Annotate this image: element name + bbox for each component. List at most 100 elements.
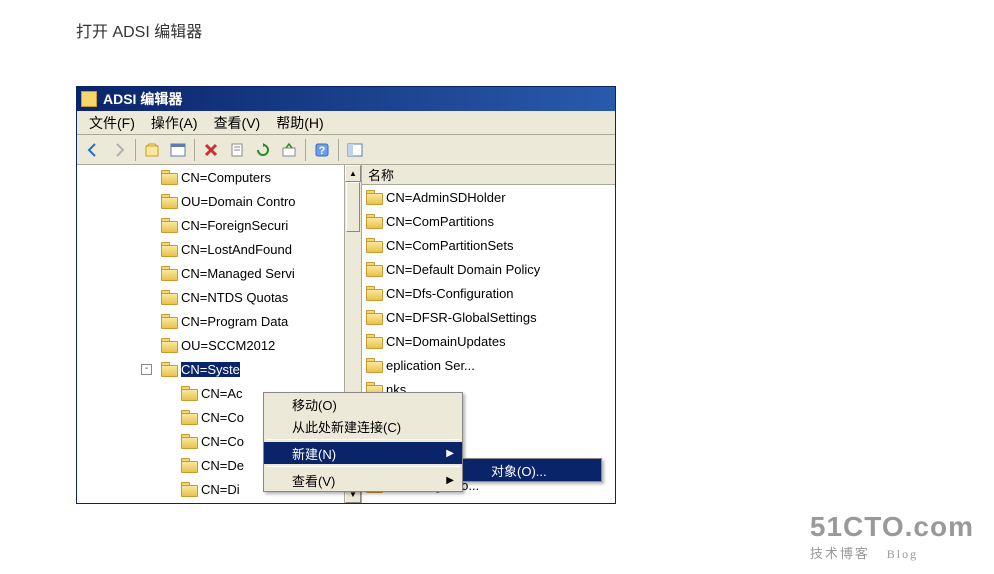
menu-action[interactable]: 操作(A) — [143, 110, 206, 136]
forward-icon[interactable] — [107, 138, 131, 162]
list-item[interactable]: CN=DFSR-GlobalSettings — [362, 305, 615, 329]
menu-separator — [266, 466, 460, 467]
toolbar-sep — [194, 139, 195, 161]
list-item[interactable]: eplication Ser... — [362, 353, 615, 377]
tree-item[interactable]: OU=Domain Contro — [77, 189, 361, 213]
menu-separator — [266, 439, 460, 440]
menu-item-label: 移动(O) — [292, 395, 337, 414]
folder-icon — [366, 214, 382, 228]
tree-item-label: CN=Ac — [201, 386, 243, 401]
list-item-label: CN=DFSR-GlobalSettings — [386, 310, 537, 325]
folder-icon — [161, 242, 177, 256]
menu-view[interactable]: 查看(V) — [206, 110, 269, 136]
list-item-label: eplication Ser... — [386, 358, 475, 373]
menu-file[interactable]: 文件(F) — [81, 110, 143, 136]
watermark-logo: 51CTO.com — [810, 511, 974, 543]
folder-icon — [161, 266, 177, 280]
help-icon[interactable]: ? — [310, 138, 334, 162]
context-menu: 移动(O) 从此处新建连接(C) 新建(N)▶ 查看(V) ▶ — [263, 392, 463, 492]
folder-icon — [161, 290, 177, 304]
tree-item-label: CN=LostAndFound — [181, 242, 292, 257]
tree-icon[interactable] — [343, 138, 367, 162]
list-item-label: CN=ComPartitions — [386, 214, 494, 229]
svg-text:?: ? — [319, 145, 326, 157]
watermark: 51CTO.com 技术博客 Blog — [810, 511, 974, 562]
up-icon[interactable] — [140, 138, 164, 162]
tree-item[interactable]: CN=ForeignSecuri — [77, 213, 361, 237]
refresh-icon[interactable] — [251, 138, 275, 162]
menu-item-label: 从此处新建连接(C) — [292, 417, 401, 436]
folder-icon — [366, 310, 382, 324]
tree-item[interactable]: CN=Computers — [77, 165, 361, 189]
folder-icon — [181, 410, 197, 424]
toolbar-sep — [305, 139, 306, 161]
list-item-label: CN=ComPartitionSets — [386, 238, 514, 253]
folder-icon — [161, 218, 177, 232]
list-item[interactable]: CN=DomainUpdates — [362, 329, 615, 353]
delete-icon[interactable] — [199, 138, 223, 162]
tree-item-label: CN=Managed Servi — [181, 266, 295, 281]
toolbar: ? — [77, 135, 615, 165]
tree-item-label: CN=Program Data — [181, 314, 288, 329]
tree-item[interactable]: CN=Managed Servi — [77, 261, 361, 285]
toolbar-sep — [135, 139, 136, 161]
tree-item-label: CN=Syste — [181, 362, 240, 377]
tree-item-label: CN=Di — [201, 482, 240, 497]
tree-item-label: CN=Computers — [181, 170, 271, 185]
tree-item[interactable]: CN=LostAndFound — [77, 237, 361, 261]
submenu-arrow-icon: ▶ — [446, 448, 454, 459]
tree-item-label: OU=SCCM2012 — [181, 338, 275, 353]
context-menu-item[interactable]: 从此处新建连接(C) — [264, 415, 462, 437]
folder-icon — [181, 386, 197, 400]
list-item-label: CN=Dfs-Configuration — [386, 286, 514, 301]
pane-icon[interactable] — [166, 138, 190, 162]
list-item[interactable]: CN=ComPartitions — [362, 209, 615, 233]
tree-item-label: CN=Co — [201, 434, 244, 449]
window-title: ADSI 编辑器 — [103, 89, 182, 109]
menu-help[interactable]: 帮助(H) — [268, 110, 331, 136]
scroll-up-icon[interactable]: ▲ — [345, 165, 361, 182]
context-menu-item[interactable]: 移动(O) — [264, 393, 462, 415]
toolbar-sep — [338, 139, 339, 161]
folder-icon — [161, 170, 177, 184]
folder-icon — [161, 314, 177, 328]
tree-item-label: CN=ForeignSecuri — [181, 218, 288, 233]
menu-item-label: 查看(V) — [292, 471, 335, 490]
folder-icon — [161, 338, 177, 352]
menubar: 文件(F) 操作(A) 查看(V) 帮助(H) — [77, 111, 615, 135]
app-icon — [81, 91, 97, 107]
scroll-thumb[interactable] — [346, 182, 360, 232]
tree-item[interactable]: OU=SCCM2012 — [77, 333, 361, 357]
folder-icon — [366, 358, 382, 372]
folder-icon — [161, 362, 177, 376]
context-menu-item[interactable]: 新建(N)▶ — [264, 442, 462, 464]
watermark-subtitle: 技术博客 Blog — [810, 543, 974, 562]
list-item-label: CN=DomainUpdates — [386, 334, 506, 349]
list-item[interactable]: CN=Default Domain Policy — [362, 257, 615, 281]
titlebar[interactable]: ADSI 编辑器 — [77, 87, 615, 111]
folder-icon — [366, 334, 382, 348]
folder-icon — [366, 286, 382, 300]
tree-item[interactable]: CN=Di — [77, 501, 361, 503]
list-header-name[interactable]: 名称 — [362, 165, 615, 185]
list-item[interactable]: CN=AdminSDHolder — [362, 185, 615, 209]
properties-icon[interactable] — [225, 138, 249, 162]
expander-icon[interactable]: - — [141, 364, 152, 375]
list-item[interactable]: CN=ComPartitionSets — [362, 233, 615, 257]
tree-item[interactable]: CN=Program Data — [77, 309, 361, 333]
export-icon[interactable] — [277, 138, 301, 162]
list-item-label: CN=Default Domain Policy — [386, 262, 540, 277]
submenu-arrow-icon: ▶ — [446, 475, 454, 486]
folder-icon — [161, 194, 177, 208]
context-menu-item[interactable]: 查看(V) ▶ — [264, 469, 462, 491]
tree-item[interactable]: CN=NTDS Quotas — [77, 285, 361, 309]
folder-icon — [366, 262, 382, 276]
list-item[interactable]: CN=Dfs-Configuration — [362, 281, 615, 305]
list-item-label: CN=AdminSDHolder — [386, 190, 506, 205]
tree-item[interactable]: - CN=Syste — [77, 357, 361, 381]
tree-item-label: CN=De — [201, 458, 244, 473]
back-icon[interactable] — [81, 138, 105, 162]
submenu-item[interactable]: 对象(O)... — [463, 459, 601, 481]
folder-icon — [181, 482, 197, 496]
context-submenu: 对象(O)... — [462, 458, 602, 482]
